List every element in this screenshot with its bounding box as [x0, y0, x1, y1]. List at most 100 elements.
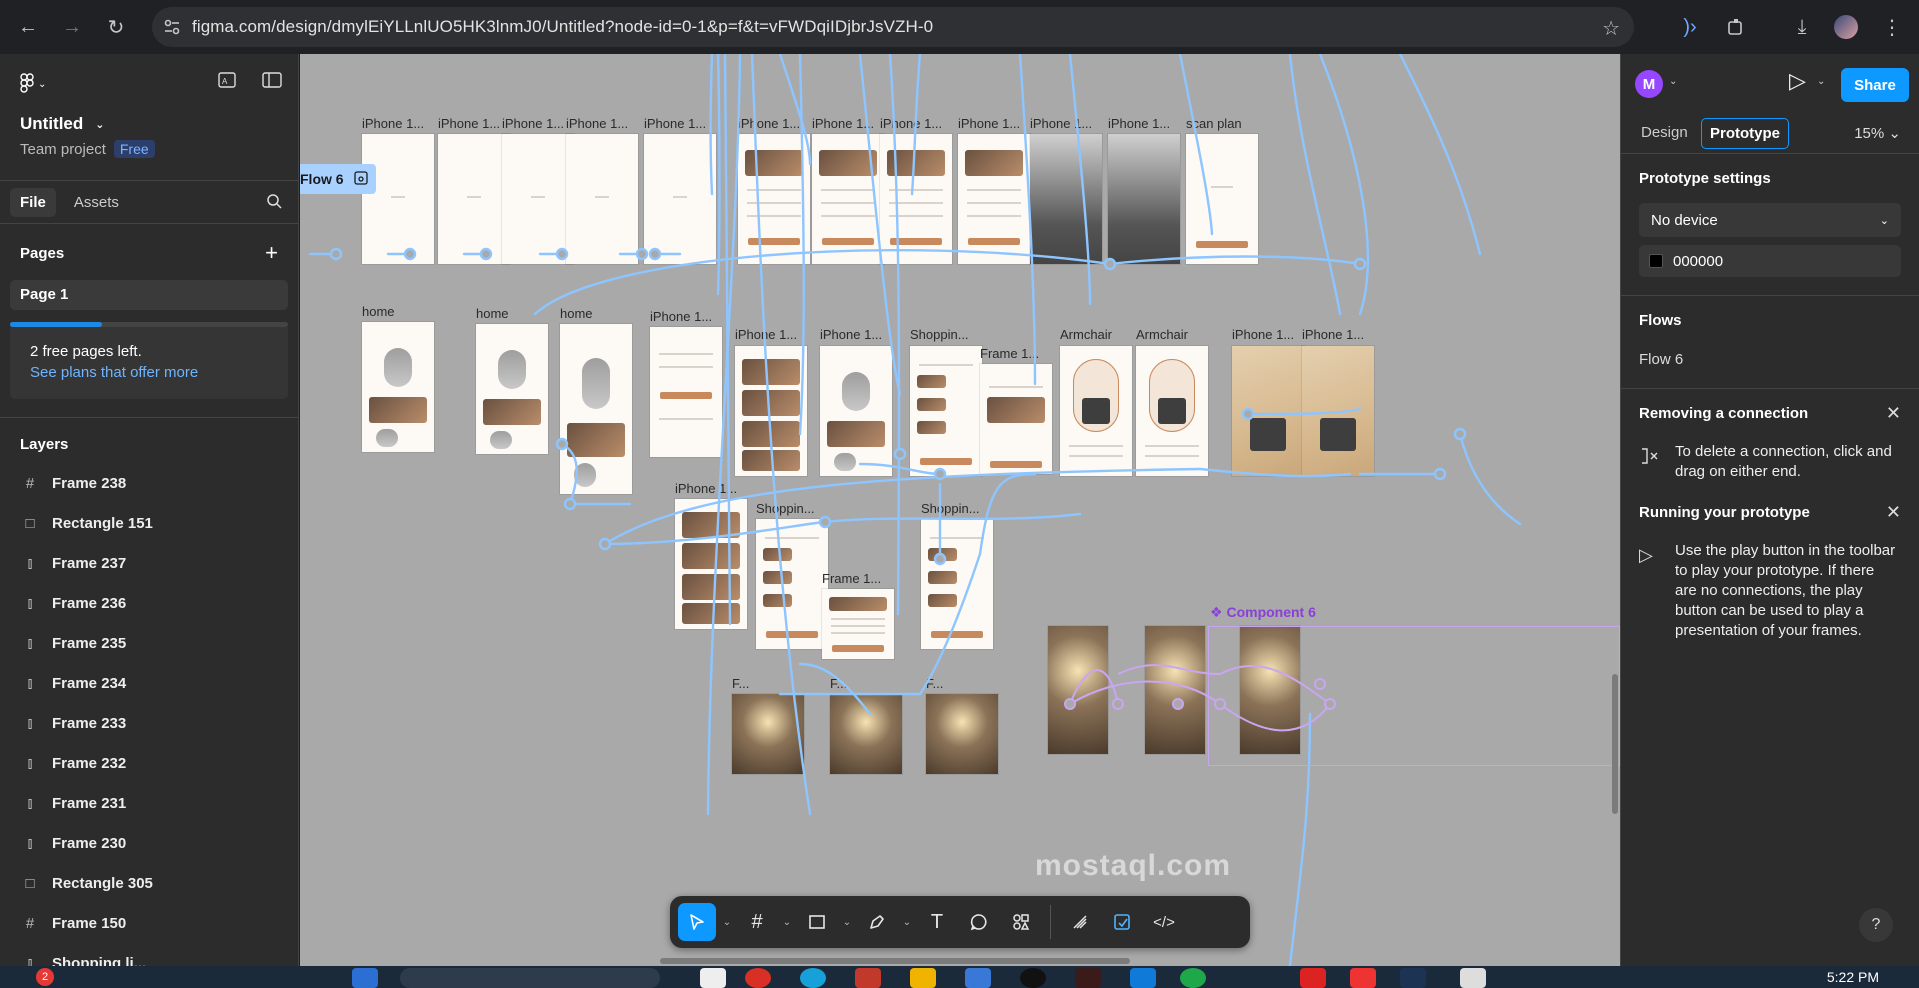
layer-row[interactable]: # Frame 238 [0, 463, 298, 503]
layer-row[interactable]: ⫾ Frame 233 [0, 703, 298, 743]
app-icon[interactable] [1020, 968, 1046, 988]
reload-icon[interactable]: ↻ [96, 7, 136, 47]
plan-badge[interactable]: Free [113, 140, 155, 158]
layer-row[interactable]: # Frame 150 [0, 903, 298, 943]
draw-mode-button[interactable] [1061, 903, 1099, 941]
canvas-frame[interactable] [1232, 346, 1304, 476]
vertical-scrollbar[interactable] [1612, 674, 1618, 814]
layer-row[interactable]: ⫾ Shopping li... [0, 943, 298, 967]
app-icon[interactable] [800, 968, 826, 988]
canvas-frame[interactable] [644, 134, 716, 264]
frame-label[interactable]: iPhone 1... [812, 116, 874, 131]
frame-label[interactable]: iPhone 1... [650, 309, 712, 324]
frame-label[interactable]: Armchair [1060, 327, 1112, 342]
color-swatch[interactable] [1649, 254, 1663, 268]
horizontal-scrollbar[interactable] [660, 958, 1130, 964]
bookmark-star-icon[interactable]: ☆ [1602, 16, 1620, 41]
notification-badge[interactable]: 2 [36, 968, 54, 986]
layer-row[interactable]: ⫾ Frame 237 [0, 543, 298, 583]
dev-mode-button[interactable]: </> [1145, 903, 1183, 941]
canvas-frame[interactable] [502, 134, 574, 264]
tab-file[interactable]: File [10, 187, 56, 217]
canvas-frame[interactable] [566, 134, 638, 264]
frame-label[interactable]: iPhone 1... [1108, 116, 1170, 131]
frame-label[interactable]: iPhone 1... [880, 116, 942, 131]
frame-label[interactable]: iPhone 1... [820, 327, 882, 342]
canvas-frame[interactable] [756, 519, 828, 649]
device-select[interactable]: No device ⌄ [1639, 203, 1901, 237]
canvas-frame[interactable] [438, 134, 510, 264]
file-app-icon[interactable] [700, 968, 726, 988]
frame-label[interactable]: iPhone 1... [1030, 116, 1092, 131]
close-icon[interactable]: ✕ [1886, 403, 1901, 424]
text-tool-button[interactable]: T [918, 903, 956, 941]
layer-row[interactable]: □ Rectangle 305 [0, 863, 298, 903]
play-icon[interactable]: ▷ [1789, 68, 1806, 94]
move-tool-caret-icon[interactable]: ⌄ [720, 917, 734, 928]
flow-settings-icon[interactable] [353, 170, 368, 188]
canvas-frame[interactable] [1136, 346, 1208, 476]
flow-start-tag[interactable]: Flow 6 [300, 164, 376, 194]
frame-label[interactable]: iPhone 1... [1232, 327, 1294, 342]
app-icon[interactable] [1300, 968, 1326, 988]
tab-assets[interactable]: Assets [64, 188, 129, 217]
canvas-frame[interactable] [738, 134, 810, 264]
canvas-frame[interactable] [830, 694, 902, 774]
canvas-frame[interactable] [880, 134, 952, 264]
extensions-icon[interactable] [1716, 7, 1756, 47]
zoom-level[interactable]: 15% ⌄ [1854, 124, 1901, 142]
address-bar[interactable]: figma.com/design/dmylEiYLLnlUO5HK3lnmJ0/… [152, 7, 1634, 47]
canvas-frame[interactable] [980, 364, 1052, 474]
frame-label[interactable]: Frame 1... [980, 346, 1039, 361]
layer-row[interactable]: ⫾ Frame 232 [0, 743, 298, 783]
app-icon[interactable] [745, 968, 771, 988]
background-hex[interactable]: 000000 [1673, 253, 1723, 270]
comment-tool-button[interactable] [960, 903, 998, 941]
layer-row[interactable]: ⫾ Frame 236 [0, 583, 298, 623]
canvas-frame[interactable] [650, 327, 722, 457]
canvas-frame[interactable] [1060, 346, 1132, 476]
user-avatar[interactable]: M [1635, 70, 1663, 98]
canvas-frame[interactable] [362, 134, 434, 264]
background-color-field[interactable]: 000000 [1639, 245, 1901, 277]
close-icon[interactable]: ✕ [1886, 502, 1901, 523]
canvas-frame[interactable] [476, 324, 548, 454]
frame-label[interactable]: iPhone 1... [735, 327, 797, 342]
layer-row[interactable]: ⫾ Frame 234 [0, 663, 298, 703]
pen-tool-caret-icon[interactable]: ⌄ [900, 917, 914, 928]
tab-design[interactable]: Design [1633, 118, 1696, 147]
share-button[interactable]: Share [1841, 68, 1909, 102]
canvas-frame[interactable] [812, 134, 884, 264]
see-plans-link[interactable]: See plans that offer more [30, 364, 268, 381]
audio-extension-icon[interactable]: )› [1670, 7, 1710, 47]
frame-label[interactable]: Frame 1... [822, 571, 881, 586]
ai-tools-icon[interactable]: A [218, 72, 236, 93]
canvas-frame[interactable] [958, 134, 1030, 264]
frame-label[interactable]: iPhone 1... [1302, 327, 1364, 342]
page-item[interactable]: Page 1 [10, 280, 288, 310]
canvas-frame[interactable] [1108, 134, 1180, 264]
app-icon[interactable] [1400, 968, 1426, 988]
app-icon[interactable] [1460, 968, 1486, 988]
app-icon[interactable] [1180, 968, 1206, 988]
layer-row[interactable]: □ Rectangle 151 [0, 503, 298, 543]
layer-row[interactable]: ⫾ Frame 230 [0, 823, 298, 863]
frame-label[interactable]: Shoppin... [910, 327, 969, 342]
design-canvas[interactable]: iPhone 1... iPhone 1... iPhone 1... iPhone … [300, 54, 1620, 966]
frame-label[interactable]: iPhone 1... [502, 116, 564, 131]
canvas-frame[interactable] [735, 346, 807, 476]
app-icon[interactable] [855, 968, 881, 988]
download-icon[interactable]: ⤓ [1782, 7, 1822, 47]
frame-label[interactable]: iPhone 1... [438, 116, 500, 131]
canvas-frame[interactable] [921, 519, 993, 649]
frame-label[interactable]: iPhone 1... [566, 116, 628, 131]
forward-arrow-icon[interactable]: → [52, 7, 92, 47]
main-menu-button[interactable]: ⌄ [20, 72, 46, 96]
tab-prototype[interactable]: Prototype [1701, 118, 1790, 149]
canvas-frame[interactable] [820, 346, 892, 476]
frame-label[interactable]: home [560, 306, 593, 321]
frame-label[interactable]: Shoppin... [921, 501, 980, 516]
help-button[interactable]: ? [1859, 908, 1893, 942]
toggle-sidebar-icon[interactable] [262, 72, 282, 93]
frame-label[interactable]: iPhone 1... [362, 116, 424, 131]
